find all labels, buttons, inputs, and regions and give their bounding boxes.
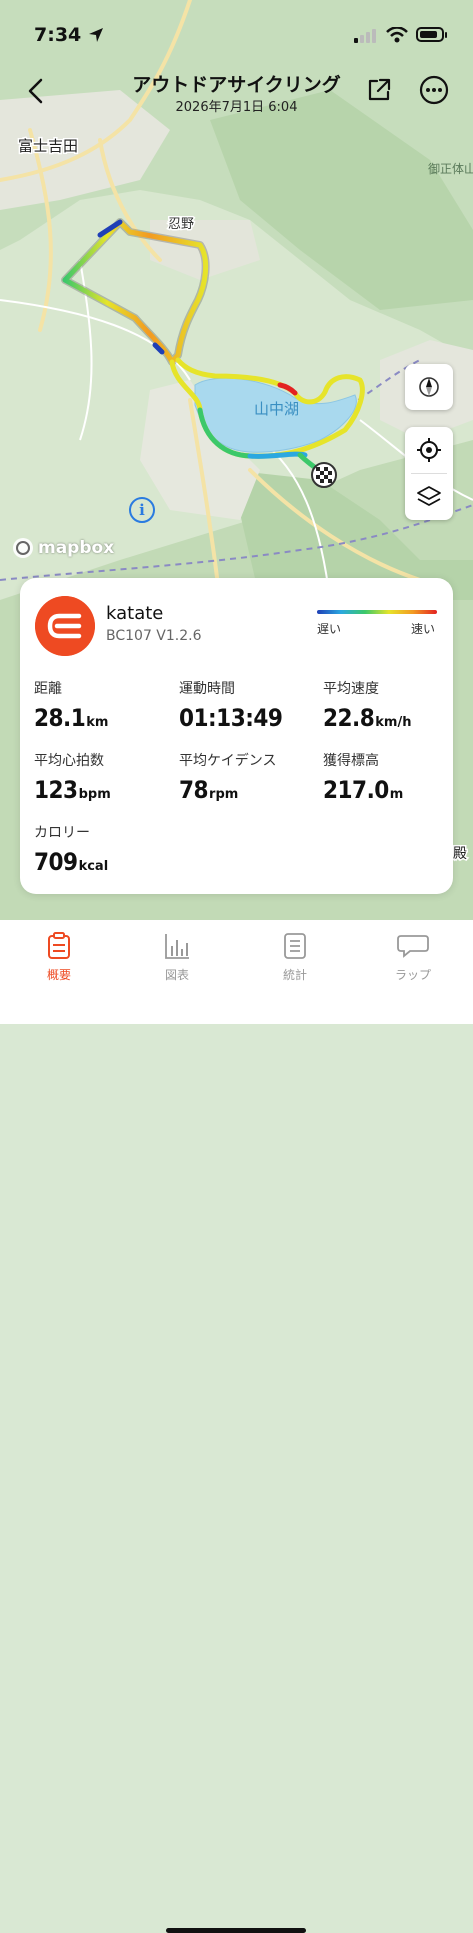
duration-value: 01:13:49 [179,704,283,732]
avg-speed-value: 22.8 [323,704,375,732]
summary-icon [48,932,70,959]
calories-value: 709 [34,848,78,876]
avg-hr-unit: bpm [78,787,111,802]
finish-flag-icon [311,462,337,488]
stat-duration: 運動時間 01:13:49 [179,681,283,732]
crosshair-locate-icon [417,438,441,462]
calories-unit: kcal [78,859,109,874]
map-tools-control [405,427,453,520]
tab-stats[interactable]: 統計 [250,932,340,983]
distance-value: 28.1 [34,704,86,732]
tab-summary[interactable]: 概要 [14,932,104,983]
elevation-value: 217.0 [323,776,389,804]
compass-button[interactable] [405,364,453,410]
share-export-icon[interactable] [365,76,393,104]
location-arrow-icon [89,28,103,42]
tab-charts[interactable]: 図表 [132,932,222,983]
device-model: BC107 V1.2.6 [106,628,202,644]
map-label-gotemba: 殿 [453,846,467,862]
locate-button[interactable] [405,427,453,473]
lap-bubble-icon [397,935,429,958]
map-label-fujiyoshida: 富士吉田 [18,137,78,155]
compass-control[interactable] [405,364,453,410]
page-title: アウトドアサイクリング [132,74,341,96]
device-brand-logo [35,596,95,656]
avg-speed-unit: km/h [375,715,412,730]
status-bar: 7:34 [0,0,473,70]
wifi-icon [386,27,408,43]
mapbox-attribution: mapbox [12,537,114,559]
mapbox-wordmark: mapbox [38,538,115,558]
stats-list-icon [284,933,306,959]
avg-hr-value: 123 [34,776,78,804]
more-options-icon[interactable] [419,75,449,105]
legend-slow-label: 遅い [317,622,342,636]
map-label-oshino: 忍野 [168,217,194,232]
cellular-signal-icon [354,29,376,43]
avg-cadence-value: 78 [179,776,209,804]
speed-legend-gradient [317,610,437,614]
elevation-unit: m [389,787,404,802]
map-label-lake: 山中湖 [254,400,299,418]
stat-avg-cadence: 平均ケイデンス 78rpm [179,753,277,804]
stat-elevation-gain: 獲得標高 217.0m [323,753,404,804]
stat-distance: 距離 28.1km [34,681,109,732]
stat-avg-speed: 平均速度 22.8km/h [323,681,412,732]
map-label-mishoutai: 御正体山 [428,161,473,176]
map-layers-button[interactable] [405,474,453,520]
battery-icon [416,27,447,42]
layers-icon [417,486,441,506]
device-name: katate [106,603,164,624]
mapbox-logo-icon [13,538,33,558]
home-indicator [166,1928,306,1933]
map-info-icon[interactable]: i [129,497,155,523]
activity-summary-card: katate BC107 V1.2.6 遅い 速い 距離 28.1km 運動時間… [20,578,453,894]
stat-calories: カロリー 709kcal [34,825,109,876]
compass-icon [419,377,439,397]
avg-cadence-unit: rpm [209,787,239,802]
chart-icon [165,934,189,959]
status-time: 7:34 [34,24,82,46]
legend-fast-label: 速い [411,622,436,636]
activity-datetime: 2026年7月1日 6:04 [175,100,298,115]
bottom-tab-bar: 概要 図表 統計 ラップ [0,920,473,1933]
stat-avg-heart-rate: 平均心拍数 123bpm [34,753,111,804]
distance-unit: km [86,715,109,730]
tab-laps[interactable]: ラップ [368,932,458,983]
